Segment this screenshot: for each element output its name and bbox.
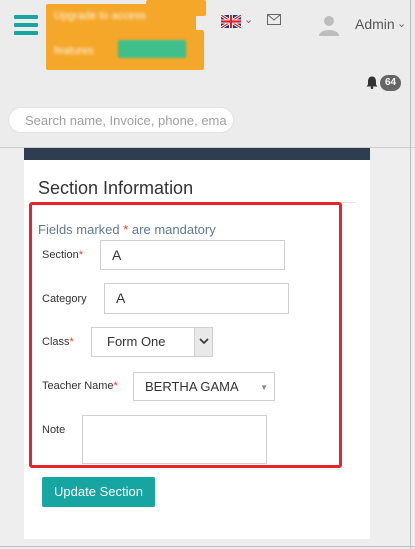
- required-star: *: [113, 380, 118, 392]
- chevron-down-icon[interactable]: ⌄: [397, 17, 406, 30]
- caret-down-icon: ▼: [260, 383, 268, 392]
- category-input[interactable]: A: [104, 283, 289, 314]
- note-label: Note: [42, 424, 65, 436]
- category-label-text: Category: [42, 293, 87, 305]
- mandatory-note-suffix: are mandatory: [128, 222, 216, 237]
- admin-menu-label[interactable]: Admin: [355, 16, 395, 32]
- frame-border-right: [410, 0, 411, 549]
- user-avatar-icon[interactable]: [318, 14, 340, 36]
- teacher-name-label: Teacher Name*: [42, 380, 118, 392]
- required-star: *: [69, 336, 74, 348]
- promo-block: [146, 0, 206, 16]
- section-input[interactable]: A: [100, 240, 285, 270]
- class-select-value: Form One: [107, 334, 166, 349]
- promo-button[interactable]: [118, 40, 186, 58]
- bell-icon[interactable]: [366, 76, 378, 89]
- menu-toggle-icon[interactable]: [14, 15, 38, 35]
- note-label-text: Note: [42, 424, 66, 436]
- section-label: Section*: [42, 249, 83, 261]
- mail-icon[interactable]: [267, 14, 281, 25]
- chevron-down-icon[interactable]: [194, 328, 212, 356]
- teacher-name-select-value: BERTHA GAMA: [145, 379, 239, 394]
- promo-text: Upgrade to access: [54, 10, 146, 22]
- note-textarea[interactable]: [82, 415, 267, 464]
- class-select[interactable]: Form One: [91, 327, 213, 357]
- category-label: Category: [42, 293, 87, 305]
- update-section-button[interactable]: Update Section: [42, 477, 155, 507]
- promo-banner[interactable]: Upgrade to access features: [46, 0, 206, 72]
- promo-text: features: [54, 45, 94, 57]
- frame-border-bottom: [0, 546, 415, 547]
- uk-flag-icon[interactable]: [221, 15, 241, 28]
- mandatory-note-prefix: Fields marked: [38, 222, 124, 237]
- mandatory-note: Fields marked * are mandatory: [38, 222, 216, 237]
- notification-count-badge: 64: [380, 75, 402, 91]
- required-star: *: [78, 249, 83, 261]
- class-label: Class*: [42, 336, 74, 348]
- class-label-text: Class: [42, 336, 70, 348]
- search-input[interactable]: [8, 107, 234, 133]
- section-label-text: Section: [42, 249, 79, 261]
- teacher-name-label-text: Teacher Name: [42, 380, 114, 392]
- page-title: Section Information: [38, 178, 194, 198]
- teacher-name-select[interactable]: BERTHA GAMA ▼: [133, 372, 275, 401]
- panel-top-bar: [24, 148, 370, 160]
- chevron-down-icon[interactable]: ⌄: [244, 13, 253, 26]
